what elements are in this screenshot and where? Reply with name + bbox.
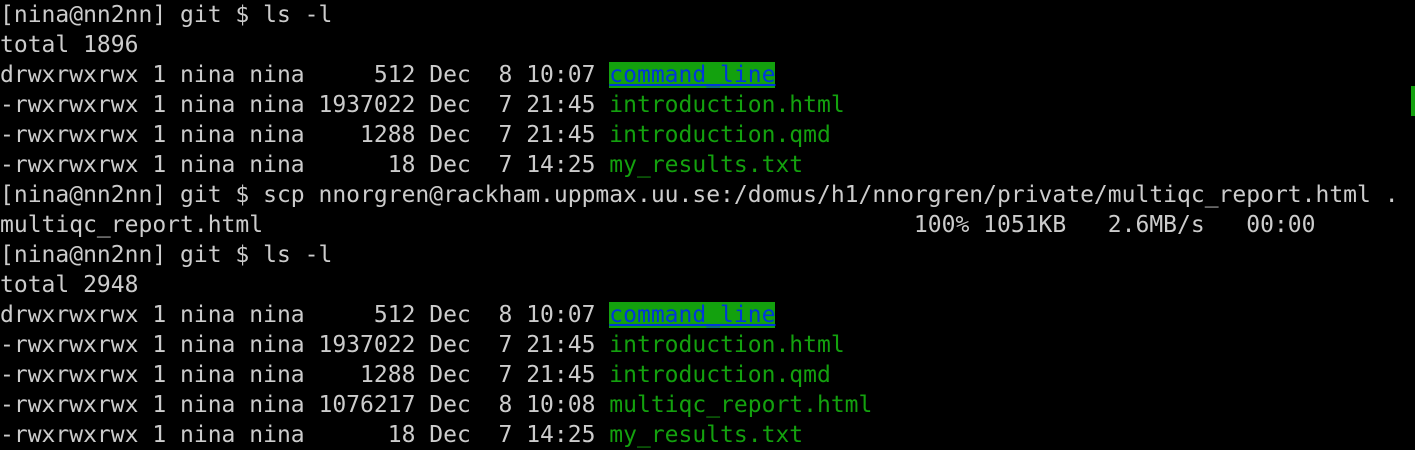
listing-meta: -rwxrwxrwx 1 nina nina 1076217 Dec 8 10:… [0, 392, 610, 418]
file-name: my_results.txt [609, 422, 804, 448]
listing-meta: -rwxrwxrwx 1 nina nina 1288 Dec 7 21:45 [0, 122, 610, 148]
file-name: introduction.html [609, 332, 845, 358]
directory-name: command_line [609, 302, 776, 328]
listing-row: -rwxrwxrwx 1 nina nina 1937022 Dec 7 21:… [0, 330, 1415, 360]
transfer-progress-line: multiqc_report.html 100% 1051KB 2.6MB/s … [0, 212, 1316, 238]
listing-row: -rwxrwxrwx 1 nina nina 1937022 Dec 7 21:… [0, 90, 1415, 120]
listing-meta: -rwxrwxrwx 1 nina nina 1288 Dec 7 21:45 [0, 362, 610, 388]
directory-name: command_line [609, 62, 776, 88]
listing-meta: -rwxrwxrwx 1 nina nina 1937022 Dec 7 21:… [0, 332, 610, 358]
listing-meta: -rwxrwxrwx 1 nina nina 18 Dec 7 14:25 [0, 422, 610, 448]
listing-meta: drwxrwxrwx 1 nina nina 512 Dec 8 10:07 [0, 302, 610, 328]
terminal-window[interactable]: [nina@nn2nn] git $ ls -l total 1896 drwx… [0, 0, 1415, 448]
listing-meta: drwxrwxrwx 1 nina nina 512 Dec 8 10:07 [0, 62, 610, 88]
listing-meta: -rwxrwxrwx 1 nina nina 1937022 Dec 7 21:… [0, 92, 610, 118]
listing-row: -rwxrwxrwx 1 nina nina 1288 Dec 7 21:45 … [0, 120, 1415, 150]
listing-row: -rwxrwxrwx 1 nina nina 1288 Dec 7 21:45 … [0, 360, 1415, 390]
listing-row: drwxrwxrwx 1 nina nina 512 Dec 8 10:07 c… [0, 60, 1415, 90]
file-name: introduction.qmd [609, 362, 831, 388]
file-name: introduction.html [609, 92, 845, 118]
listing-row: drwxrwxrwx 1 nina nina 512 Dec 8 10:07 c… [0, 300, 1415, 330]
file-name: my_results.txt [609, 152, 804, 178]
prompt-line: [nina@nn2nn] git $ ls -l [0, 2, 333, 28]
listing-row: -rwxrwxrwx 1 nina nina 1076217 Dec 8 10:… [0, 390, 1415, 420]
text-cursor [1411, 86, 1415, 116]
file-name: multiqc_report.html [609, 392, 873, 418]
listing-meta: -rwxrwxrwx 1 nina nina 18 Dec 7 14:25 [0, 152, 610, 178]
total-line: total 2948 [0, 272, 139, 298]
listing-row: -rwxrwxrwx 1 nina nina 18 Dec 7 14:25 my… [0, 420, 1415, 450]
listing-row: -rwxrwxrwx 1 nina nina 18 Dec 7 14:25 my… [0, 150, 1415, 180]
total-line: total 1896 [0, 32, 139, 58]
file-name: introduction.qmd [609, 122, 831, 148]
prompt-line: [nina@nn2nn] git $ scp nnorgren@rackham.… [0, 182, 1399, 208]
prompt-line: [nina@nn2nn] git $ ls -l [0, 242, 333, 268]
